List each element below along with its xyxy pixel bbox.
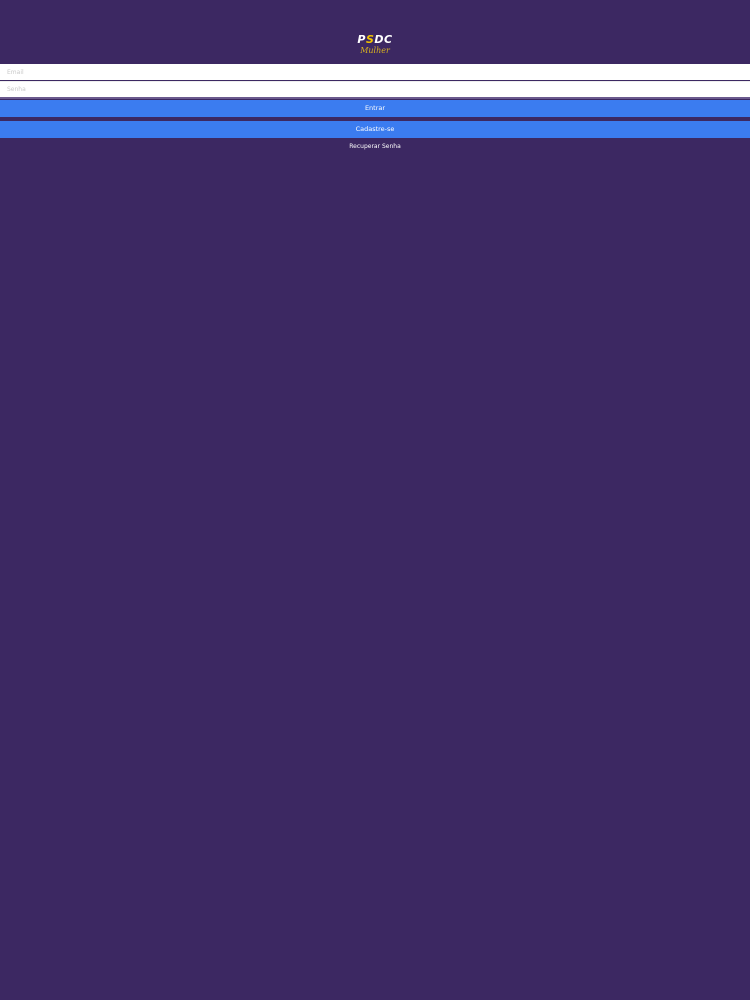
recover-password-link[interactable]: Recuperar Senha [0,142,750,152]
login-button[interactable]: Entrar [0,100,750,117]
login-page: PSDC Mulher Entrar Cadastre-se Recuperar… [0,0,750,1000]
register-button[interactable]: Cadastre-se [0,121,750,138]
logo-main-text: PSDC [357,33,393,46]
email-field[interactable] [0,64,750,80]
password-field[interactable] [0,81,750,97]
psdc-mulher-logo: PSDC Mulher [355,34,395,60]
fields-divider [0,97,750,99]
logo-sub-text: Mulher [360,46,390,55]
